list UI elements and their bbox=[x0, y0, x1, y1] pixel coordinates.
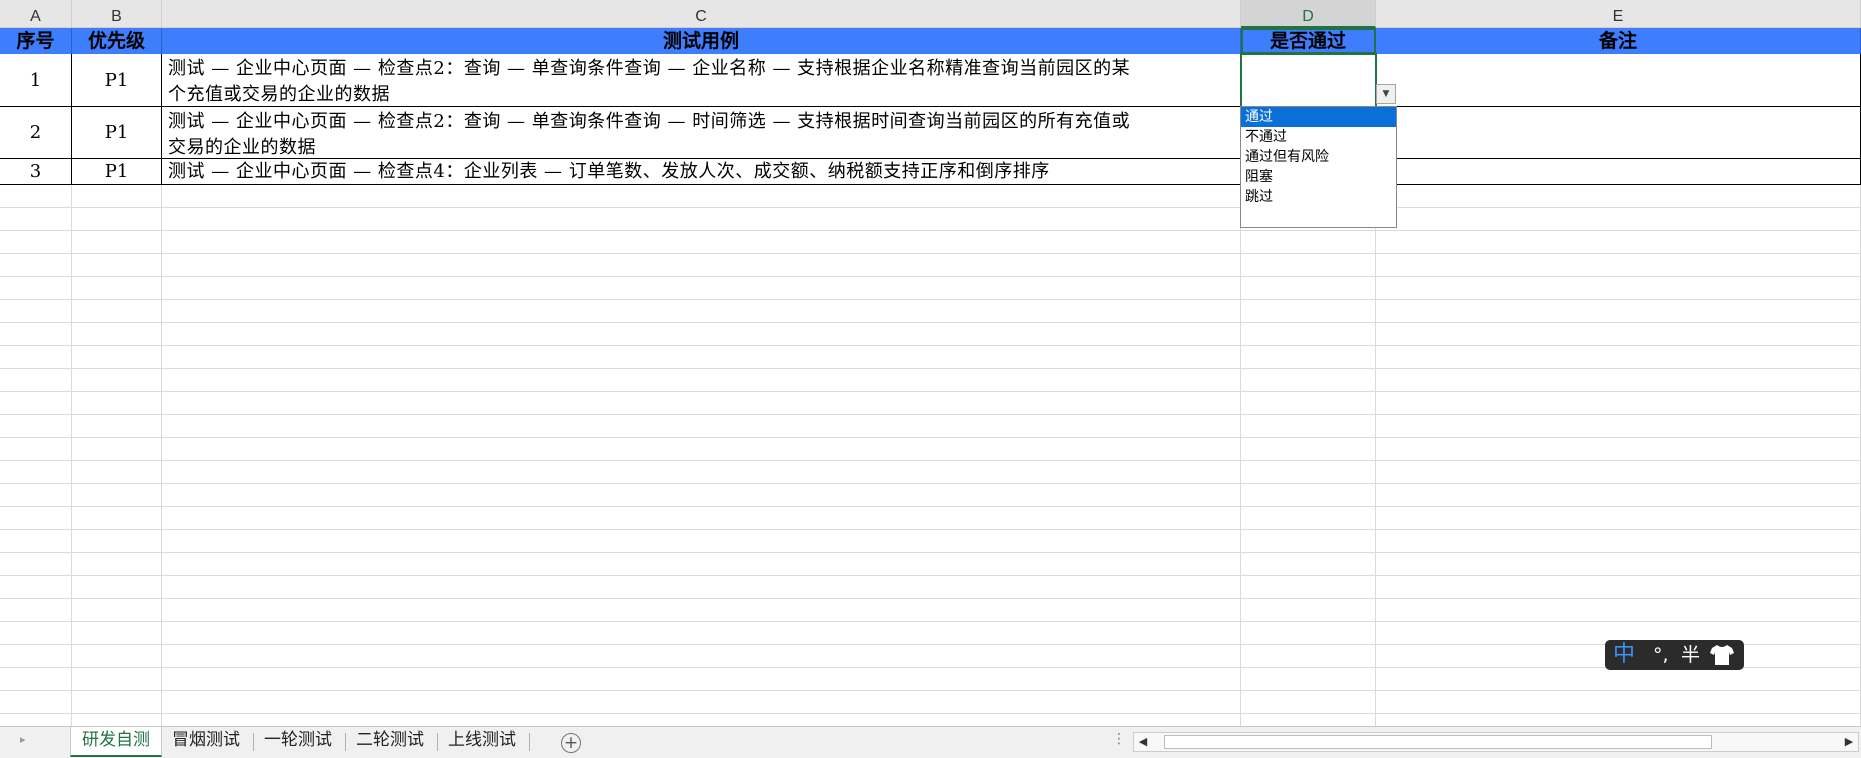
column-header-c[interactable]: C bbox=[162, 0, 1241, 28]
tab-divider bbox=[253, 733, 254, 751]
grid-line bbox=[0, 529, 1861, 530]
splitter-handle-icon[interactable]: ⋮ bbox=[1112, 731, 1126, 747]
scroll-left-icon[interactable]: ◀ bbox=[1135, 734, 1151, 750]
tab-上线测试[interactable]: 上线测试 bbox=[448, 727, 516, 755]
column-header-d[interactable]: D bbox=[1241, 0, 1376, 28]
tab-divider bbox=[529, 733, 530, 751]
dropdown-option-skip[interactable]: 跳过 bbox=[1241, 187, 1396, 207]
add-sheet-icon[interactable]: + bbox=[561, 733, 581, 753]
grid-line bbox=[0, 598, 1861, 599]
dropdown-arrow-icon[interactable]: ▼ bbox=[1376, 84, 1396, 104]
row-2-remark-cell[interactable] bbox=[1376, 107, 1861, 159]
ime-toolbar[interactable]: 中 °, 半 bbox=[1605, 640, 1744, 670]
tab-冒烟测试[interactable]: 冒烟测试 bbox=[172, 727, 240, 755]
row-1-seq-cell[interactable]: 1 bbox=[0, 54, 72, 107]
column-header-e[interactable]: E bbox=[1376, 0, 1861, 28]
dropdown-option-pass-with-risk[interactable]: 通过但有风险 bbox=[1241, 147, 1396, 167]
row-1-remark-cell[interactable] bbox=[1376, 54, 1861, 107]
grid-line bbox=[0, 345, 1861, 346]
dropdown-option-pass[interactable]: 通过 bbox=[1241, 107, 1396, 127]
row-1-testcase-line1: 测试 — 企业中心页面 — 检查点2：查询 — 单查询条件查询 — 企业名称 —… bbox=[168, 58, 1131, 79]
grid-line bbox=[0, 414, 1861, 415]
grid-line bbox=[0, 506, 1861, 507]
ime-punct-toggle[interactable]: °, bbox=[1653, 640, 1669, 670]
tab-divider bbox=[345, 733, 346, 751]
tshirt-icon[interactable] bbox=[1709, 643, 1735, 676]
row-1-priority-cell[interactable]: P1 bbox=[72, 54, 162, 107]
grid-line bbox=[0, 368, 1861, 369]
grid-line bbox=[0, 460, 1861, 461]
tab-研发自测[interactable]: 研发自测 bbox=[70, 727, 162, 757]
scroll-right-icon[interactable]: ▶ bbox=[1841, 734, 1857, 750]
grid-line bbox=[0, 667, 1861, 668]
row-2-testcase-line2: 交易的企业的数据 bbox=[168, 137, 316, 158]
grid-line bbox=[0, 253, 1861, 254]
grid-line bbox=[0, 276, 1861, 277]
scroll-thumb[interactable] bbox=[1164, 735, 1712, 749]
header-testcase-cell[interactable]: 测试用例 bbox=[162, 28, 1241, 54]
row-2-testcase-cell[interactable]: 测试 — 企业中心页面 — 检查点2：查询 — 单查询条件查询 — 时间筛选 —… bbox=[162, 107, 1241, 159]
validation-dropdown-list[interactable]: 通过 不通过 通过但有风险 阻塞 跳过 bbox=[1240, 106, 1397, 228]
row-1-testcase-line2: 个充值或交易的企业的数据 bbox=[168, 84, 390, 105]
row-1-passed-cell[interactable] bbox=[1240, 53, 1377, 108]
grid-line bbox=[0, 621, 1861, 622]
grid-line bbox=[0, 552, 1861, 553]
tab-divider bbox=[437, 733, 438, 751]
grid-line bbox=[0, 322, 1861, 323]
row-3-remark-cell[interactable] bbox=[1376, 159, 1861, 185]
row-3-seq-cell[interactable]: 3 bbox=[0, 159, 72, 185]
row-3-priority-cell[interactable]: P1 bbox=[72, 159, 162, 185]
ime-mode-toggle[interactable]: 中 bbox=[1613, 640, 1635, 670]
horizontal-scrollbar[interactable]: ◀ ▶ bbox=[1133, 732, 1859, 752]
tab-二轮测试[interactable]: 二轮测试 bbox=[356, 727, 424, 755]
grid-line bbox=[0, 713, 1861, 714]
header-priority-cell[interactable]: 优先级 bbox=[72, 28, 162, 54]
row-1-testcase-cell[interactable]: 测试 — 企业中心页面 — 检查点2：查询 — 单查询条件查询 — 企业名称 —… bbox=[162, 54, 1241, 107]
grid-line bbox=[0, 437, 1861, 438]
ime-width-toggle[interactable]: 半 bbox=[1681, 640, 1700, 670]
header-remark-cell[interactable]: 备注 bbox=[1376, 28, 1861, 54]
grid-line bbox=[0, 207, 1861, 208]
grid-line bbox=[0, 483, 1861, 484]
grid-line bbox=[0, 690, 1861, 691]
dropdown-option-blocked[interactable]: 阻塞 bbox=[1241, 167, 1396, 187]
row-2-seq-cell[interactable]: 2 bbox=[0, 107, 72, 159]
column-header-a[interactable]: A bbox=[0, 0, 72, 28]
grid-line bbox=[0, 644, 1861, 645]
header-passed-cell[interactable]: 是否通过 bbox=[1241, 28, 1376, 54]
grid-line bbox=[0, 299, 1861, 300]
dropdown-option-fail[interactable]: 不通过 bbox=[1241, 127, 1396, 147]
tab-scroll-left-icon[interactable]: ▸ bbox=[20, 733, 26, 746]
row-2-priority-cell[interactable]: P1 bbox=[72, 107, 162, 159]
row-2-testcase-line1: 测试 — 企业中心页面 — 检查点2：查询 — 单查询条件查询 — 时间筛选 —… bbox=[168, 111, 1131, 132]
grid-line bbox=[0, 230, 1861, 231]
grid-line bbox=[0, 575, 1861, 576]
row-3-testcase-cell[interactable]: 测试 — 企业中心页面 — 检查点4：企业列表 — 订单笔数、发放人次、成交额、… bbox=[162, 159, 1241, 185]
column-header-b[interactable]: B bbox=[72, 0, 162, 28]
row-3-testcase-line1: 测试 — 企业中心页面 — 检查点4：企业列表 — 订单笔数、发放人次、成交额、… bbox=[168, 161, 1050, 182]
sheet-tab-bar: ▸ 研发自测 冒烟测试 一轮测试 二轮测试 上线测试 + ⋮ ◀ ▶ bbox=[0, 726, 1861, 758]
tab-一轮测试[interactable]: 一轮测试 bbox=[264, 727, 332, 755]
spreadsheet-grid[interactable]: A B C D E 序号 优先级 测试用例 是否通过 备注 1 P1 测试 — … bbox=[0, 0, 1861, 726]
grid-line bbox=[0, 391, 1861, 392]
header-seq-cell[interactable]: 序号 bbox=[0, 28, 72, 54]
